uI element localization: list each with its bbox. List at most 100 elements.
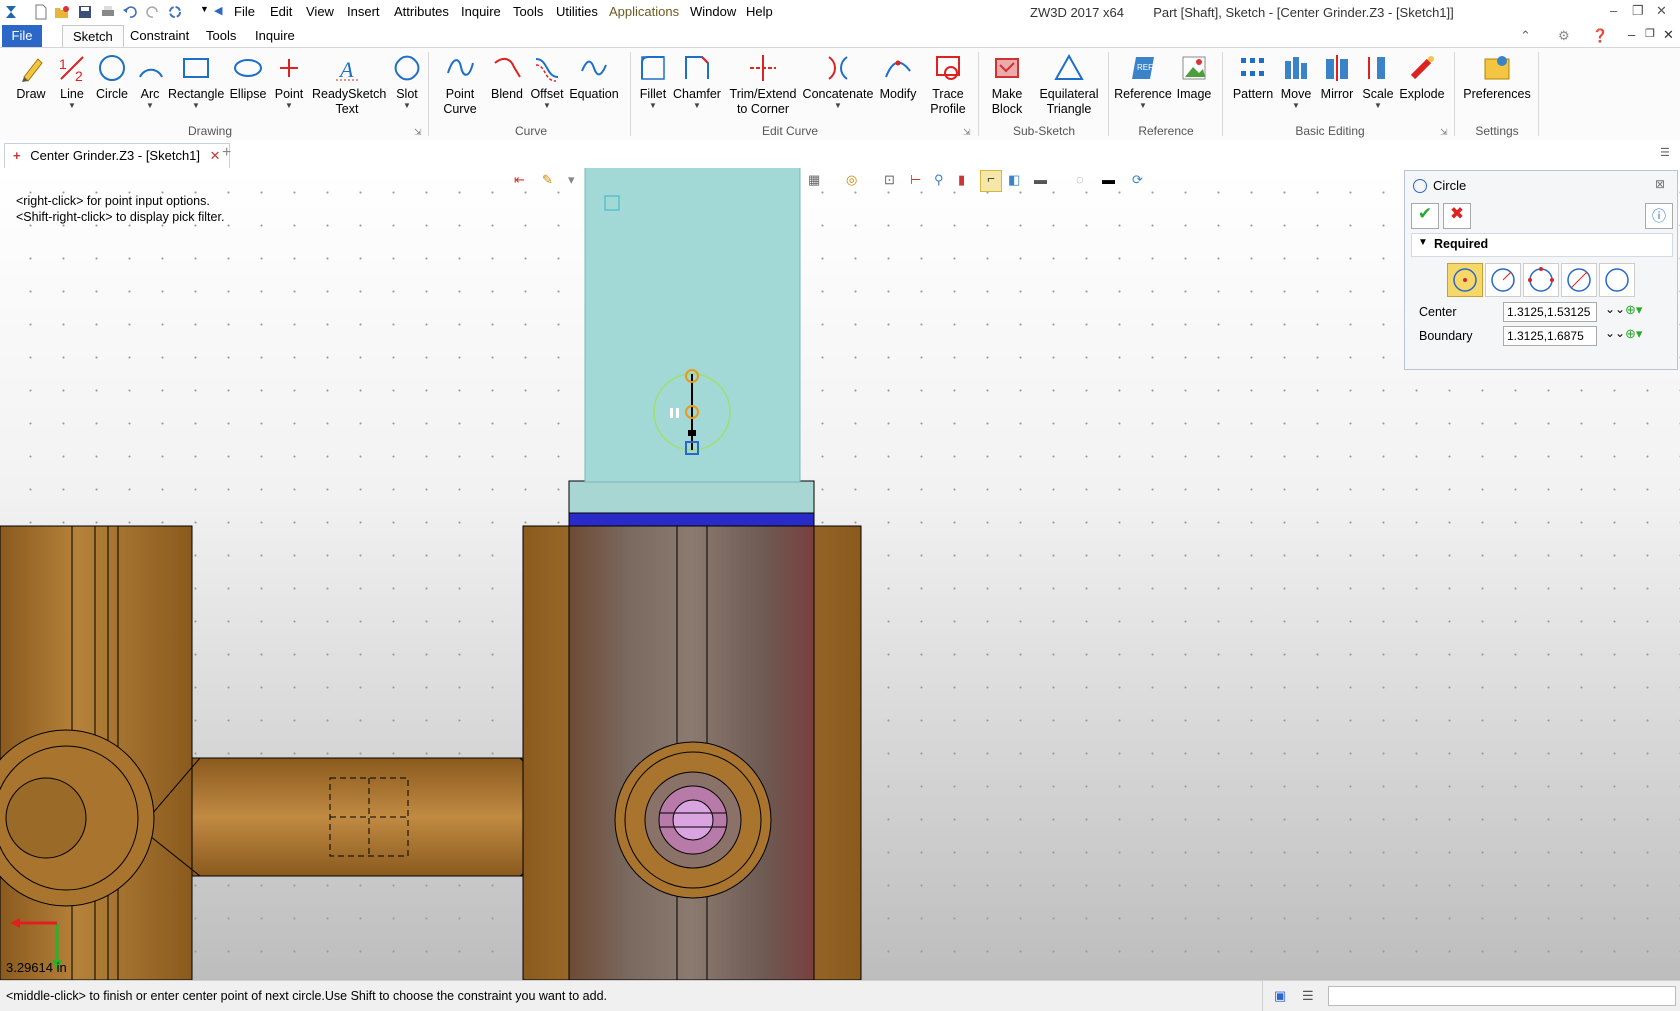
circle-mode-center-radius[interactable] [1447,263,1483,297]
tab-sketch[interactable]: Sketch [62,25,124,48]
new-tab-icon[interactable]: + [222,144,231,162]
document-tab[interactable]: + Center Grinder.Z3 - [Sketch1] ✕ [4,143,230,168]
boundary-input[interactable] [1503,326,1597,346]
fillet-label: Fillet [639,87,667,101]
menu-view[interactable]: View [306,4,334,19]
doc-close-icon[interactable]: ✕ [1663,27,1674,43]
move-icon [1285,57,1307,79]
line-label: Line [60,87,84,101]
concatenate-button[interactable]: Concatenate ▼ [800,53,876,110]
redo-icon[interactable] [145,4,161,20]
circle-mode-tangent[interactable] [1599,263,1635,297]
modify-button[interactable]: Modify [878,53,918,102]
slot-button[interactable]: Slot ▼ [390,53,424,110]
gear-icon[interactable]: ⚙ [1558,28,1570,44]
menu-utilities[interactable]: Utilities [556,4,598,19]
offset-button[interactable]: Offset ▼ [528,53,566,110]
app-version: ZW3D 2017 x64 [1030,5,1124,20]
blend-button[interactable]: Blend [488,53,526,102]
circle-mode-center-point[interactable] [1485,263,1521,297]
menu-inquire[interactable]: Inquire [461,4,501,19]
refresh-icon[interactable] [167,4,183,20]
circle-button[interactable]: Circle [94,53,130,102]
edit-curve-launcher-icon[interactable]: ⇲ [963,127,971,138]
close-icon[interactable]: ✕ [1656,3,1667,19]
ok-button[interactable]: ✔ [1411,203,1439,229]
preferences-icon [1484,56,1510,80]
menu-attributes[interactable]: Attributes [394,4,449,19]
menu-window[interactable]: Window [690,4,736,19]
new-file-icon[interactable] [33,4,49,20]
draw-label: Draw [16,87,46,101]
menu-insert[interactable]: Insert [347,4,380,19]
center-options-icon[interactable]: ⌄⌄ [1605,302,1625,316]
point-button[interactable]: Point ▼ [272,53,306,110]
tab-list-icon[interactable]: ☰ [1660,146,1670,159]
rectangle-button[interactable]: Rectangle ▼ [168,53,224,110]
drawing-launcher-icon[interactable]: ⇲ [414,127,422,138]
menu-applications[interactable]: Applications [609,4,679,19]
circle-mode-two-point[interactable] [1561,263,1597,297]
ellipse-button[interactable]: Ellipse [228,53,268,102]
doc-restore-icon[interactable]: ❐ [1645,27,1655,40]
equilateral-triangle-button[interactable]: Equilateral Triangle [1036,53,1102,117]
circle-mode-three-point[interactable] [1523,263,1559,297]
trim-extend-button[interactable]: Trim/Extend to Corner [728,53,798,117]
mirror-button[interactable]: Mirror [1316,53,1358,102]
triangle-icon [1054,53,1084,80]
open-file-icon[interactable] [54,4,70,20]
boundary-pick-icon[interactable]: ⊕▾ [1625,326,1642,342]
boundary-options-icon[interactable]: ⌄⌄ [1605,326,1625,340]
preferences-button[interactable]: Preferences [1462,53,1532,102]
help-icon[interactable]: ❓ [1592,28,1608,44]
image-button[interactable]: Image [1174,53,1214,102]
save-icon[interactable] [77,4,93,20]
chamfer-button[interactable]: Chamfer ▼ [672,53,722,110]
readysketch-text-button[interactable]: A ReadySketch Text [312,53,386,117]
draw-button[interactable]: Draw [12,53,50,102]
tab-tools[interactable]: Tools [196,25,246,47]
panel-close-icon[interactable]: ⊠ [1655,177,1665,191]
point-icon [280,59,298,77]
scale-button[interactable]: Scale ▼ [1360,53,1396,110]
explode-button[interactable]: Explode [1398,53,1446,102]
basic-editing-launcher-icon[interactable]: ⇲ [1440,127,1448,138]
pattern-button[interactable]: Pattern [1230,53,1276,102]
tab-inquire[interactable]: Inquire [245,25,305,47]
chamfer-label: Chamfer [673,87,721,101]
close-tab-icon[interactable]: ✕ [210,148,221,163]
layout-toggle-icon[interactable]: ▣ [1274,988,1286,1004]
command-input[interactable] [1328,986,1676,1006]
center-pick-icon[interactable]: ⊕▾ [1625,302,1642,318]
collapse-ribbon-icon[interactable]: ⌃ [1520,28,1531,44]
equation-button[interactable]: Equation [568,53,620,102]
make-block-button[interactable]: Make Block [984,53,1030,117]
line-button[interactable]: 12 Line ▼ [56,53,88,110]
menu-edit[interactable]: Edit [270,4,292,19]
menu-tools[interactable]: Tools [513,4,543,19]
tab-constraint[interactable]: Constraint [120,25,199,47]
trace-profile-button[interactable]: Trace Profile [924,53,972,117]
print-icon[interactable] [100,4,116,20]
menu-file[interactable]: File [234,4,255,19]
minimize-icon[interactable]: – [1610,3,1617,18]
required-section-header[interactable]: ▼ Required [1411,233,1673,257]
back-arrow-icon[interactable]: ◀ [214,4,230,20]
menu-help[interactable]: Help [746,4,773,19]
center-input[interactable] [1503,302,1597,322]
arc-button[interactable]: Arc ▼ [136,53,164,110]
restore-icon[interactable]: ❐ [1632,3,1644,19]
reference-button[interactable]: REF Reference ▼ [1114,53,1172,110]
fillet-button[interactable]: Fillet ▼ [636,53,670,110]
doc-minimize-icon[interactable]: – [1628,27,1635,42]
undo-icon[interactable] [122,4,138,20]
move-button[interactable]: Move ▼ [1278,53,1314,110]
list-toggle-icon[interactable]: ☰ [1302,988,1314,1004]
trim-extend-label: Trim/Extend to Corner [729,87,797,116]
tab-file[interactable]: File [2,25,42,47]
reference-label: Reference [1114,87,1172,101]
move-label: Move [1280,87,1312,101]
point-curve-button[interactable]: Point Curve [436,53,484,117]
info-icon[interactable]: ⓘ [1645,203,1673,229]
cancel-button[interactable]: ✖ [1443,203,1471,229]
